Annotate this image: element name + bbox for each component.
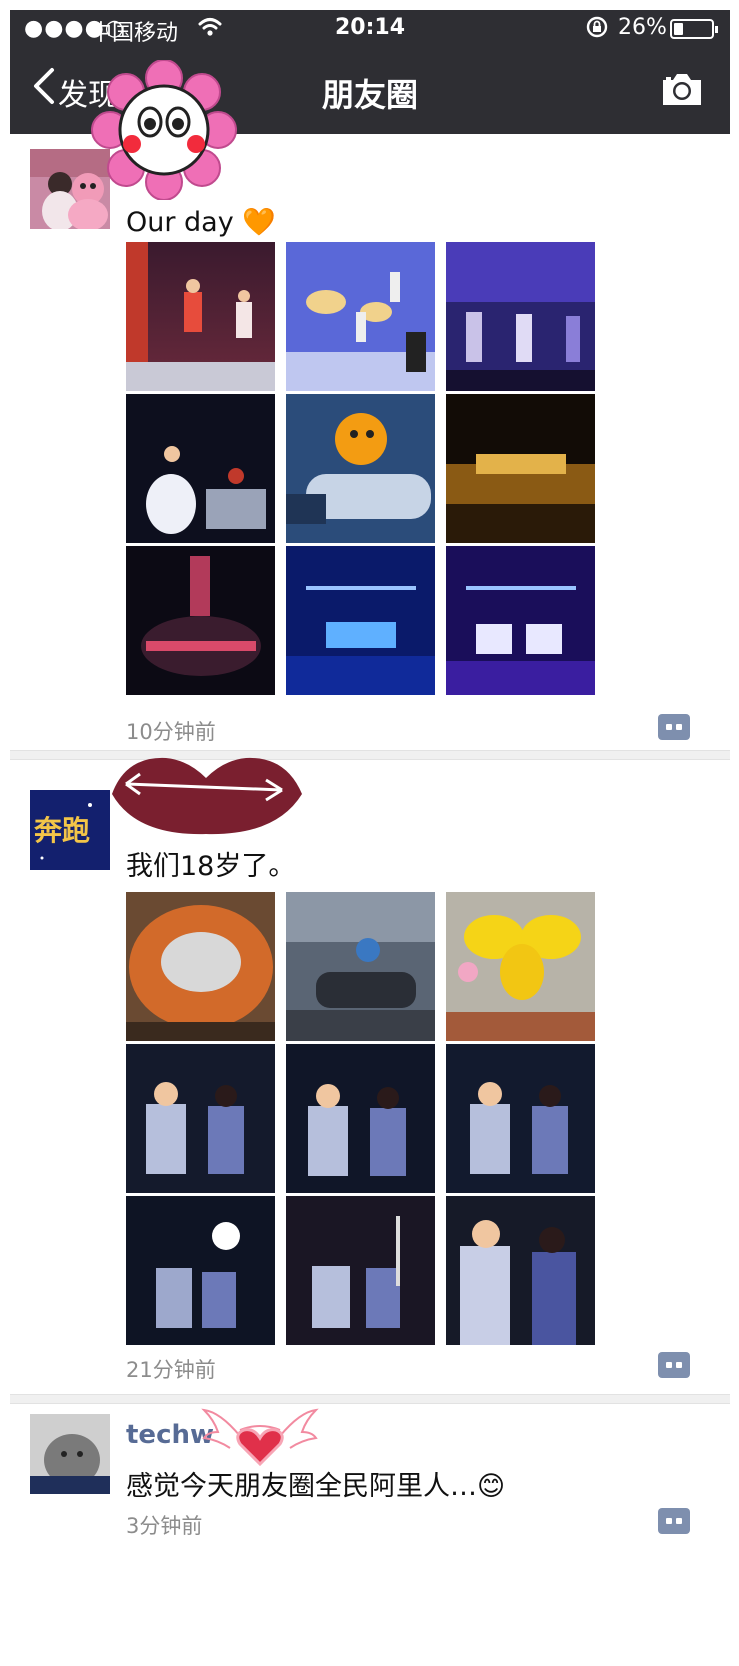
comment-button[interactable]	[658, 1508, 690, 1534]
camera-icon[interactable]	[660, 70, 704, 108]
photo-duet-singers-1[interactable]	[126, 1044, 275, 1193]
photo-stage-singers[interactable]	[126, 242, 275, 391]
avatar[interactable]	[30, 1414, 110, 1494]
moment-post: techw 感觉今天朋友圈全民阿里人…😊 3分钟前	[10, 1406, 730, 1656]
post-text: Our day 🧡	[126, 207, 276, 238]
battery-icon	[670, 19, 718, 39]
photo-mascot-cannon[interactable]	[286, 892, 435, 1041]
moment-post: Our day 🧡 10分钟前	[10, 134, 730, 746]
battery-tip	[715, 26, 718, 33]
comment-button[interactable]	[658, 714, 690, 740]
avatar[interactable]: 奔跑	[30, 790, 110, 870]
flower-face-sticker	[91, 60, 237, 200]
status-bar: ●●●●○ 中国移动 20:14 26%	[10, 10, 730, 46]
photo-annual-party-women[interactable]	[446, 546, 595, 695]
post-time: 10分钟前	[126, 720, 216, 744]
photo-stage-singer-white-dress[interactable]	[126, 394, 275, 543]
photo-yellow-costume[interactable]	[446, 892, 595, 1041]
photo-duet-singers-6[interactable]	[446, 1196, 595, 1345]
photo-gold-stage[interactable]	[446, 394, 595, 543]
battery-percent: 26%	[618, 15, 667, 40]
battery-fill	[674, 23, 683, 35]
photo-stage-band[interactable]	[446, 242, 595, 391]
photo-duet-singers-3[interactable]	[446, 1044, 595, 1193]
photo-stage-dancers-fans[interactable]	[286, 242, 435, 391]
photo-grid	[126, 892, 604, 1345]
photo-duet-singers-2[interactable]	[286, 1044, 435, 1193]
svg-text:奔跑: 奔跑	[34, 814, 90, 847]
winged-heart-sticker	[201, 1408, 319, 1467]
rotation-lock-icon	[584, 14, 610, 46]
photo-arena-red[interactable]	[126, 546, 275, 695]
photo-annual-party-one[interactable]	[286, 546, 435, 695]
post-time: 3分钟前	[126, 1514, 203, 1538]
photo-mascot-rocket[interactable]	[286, 394, 435, 543]
post-time: 21分钟前	[126, 1358, 216, 1382]
lips-arrow-sticker	[112, 757, 302, 835]
phone-screen: ●●●●○ 中国移动 20:14 26% 发现 朋友圈 Our day 🧡 10…	[10, 10, 730, 1656]
moment-post: 奔跑 我们18岁了。 21分钟前	[10, 762, 730, 1392]
divider	[10, 1394, 730, 1404]
photo-duet-singers-5[interactable]	[286, 1196, 435, 1345]
photo-duet-singers-4[interactable]	[126, 1196, 275, 1345]
comment-dots-icon	[666, 724, 682, 730]
photo-stadium-aerial[interactable]	[126, 892, 275, 1041]
comment-dots-icon	[666, 1362, 682, 1368]
post-text: 我们18岁了。	[126, 851, 296, 882]
photo-grid	[126, 242, 604, 695]
comment-button[interactable]	[658, 1352, 690, 1378]
comment-dots-icon	[666, 1518, 682, 1524]
